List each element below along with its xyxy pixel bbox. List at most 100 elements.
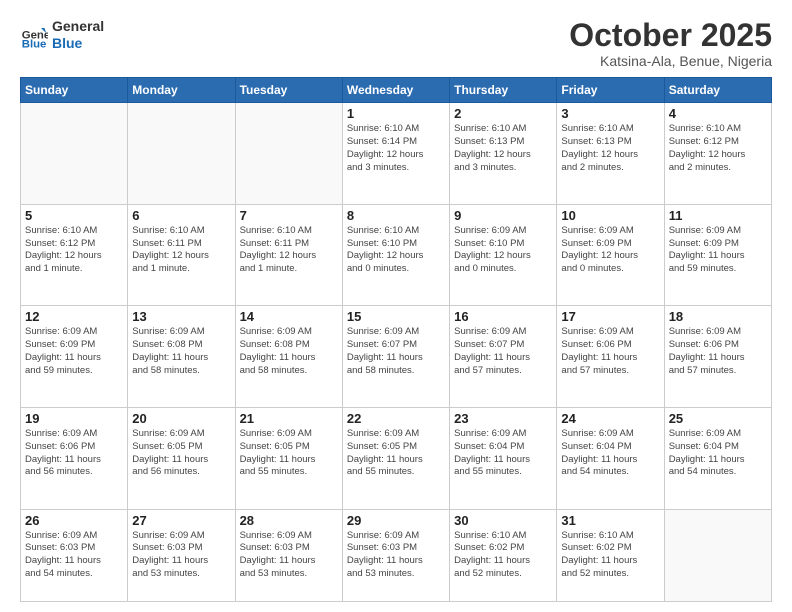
logo-general: General: [52, 18, 104, 35]
day-number: 23: [454, 411, 552, 426]
day-info: Sunrise: 6:09 AM Sunset: 6:08 PM Dayligh…: [240, 326, 338, 377]
calendar-table: SundayMondayTuesdayWednesdayThursdayFrid…: [20, 77, 772, 602]
calendar-cell: 4Sunrise: 6:10 AM Sunset: 6:12 PM Daylig…: [664, 103, 771, 205]
day-info: Sunrise: 6:09 AM Sunset: 6:10 PM Dayligh…: [454, 225, 552, 276]
calendar-cell: [235, 103, 342, 205]
calendar-cell: 13 Sunrise: 6:09 AM Sunset: 6:08 PM Dayli…: [128, 306, 235, 408]
week-row-5: 26 Sunrise: 6:09 AM Sunset: 6:03 PM Dayli…: [21, 509, 772, 601]
logo: General Blue General Blue: [20, 18, 104, 52]
calendar-cell: 5 Sunrise: 6:10 AM Sunset: 6:12 PM Daylig…: [21, 204, 128, 306]
day-info: Sunrise: 6:10 AM Sunset: 6:02 PM Dayligh…: [561, 530, 659, 581]
day-number: 22: [347, 411, 445, 426]
day-header-sunday: Sunday: [21, 78, 128, 103]
day-number: 6: [132, 208, 230, 223]
day-number: 31: [561, 513, 659, 528]
day-number: 26: [25, 513, 123, 528]
day-header-friday: Friday: [557, 78, 664, 103]
calendar-cell: 15Sunrise: 6:09 AM Sunset: 6:07 PM Dayli…: [342, 306, 449, 408]
calendar-cell: 23Sunrise: 6:09 AM Sunset: 6:04 PM Dayli…: [450, 408, 557, 510]
calendar-cell: [664, 509, 771, 601]
day-info: Sunrise: 6:10 AM Sunset: 6:13 PM Dayligh…: [561, 123, 659, 174]
calendar-cell: 25 Sunrise: 6:09 AM Sunset: 6:04 PM Dayli…: [664, 408, 771, 510]
week-row-4: 19 Sunrise: 6:09 AM Sunset: 6:06 PM Dayli…: [21, 408, 772, 510]
day-number: 14: [240, 309, 338, 324]
day-header-saturday: Saturday: [664, 78, 771, 103]
day-info: Sunrise: 6:09 AM Sunset: 6:05 PM Dayligh…: [347, 428, 445, 479]
day-number: 7: [240, 208, 338, 223]
day-info: Sunrise: 6:10 AM Sunset: 6:10 PM Dayligh…: [347, 225, 445, 276]
calendar-cell: 28Sunrise: 6:09 AM Sunset: 6:03 PM Dayli…: [235, 509, 342, 601]
calendar-cell: 20Sunrise: 6:09 AM Sunset: 6:05 PM Dayli…: [128, 408, 235, 510]
day-info: Sunrise: 6:09 AM Sunset: 6:04 PM Dayligh…: [561, 428, 659, 479]
title-block: October 2025 Katsina-Ala, Benue, Nigeria: [569, 18, 772, 69]
day-number: 10: [561, 208, 659, 223]
day-header-thursday: Thursday: [450, 78, 557, 103]
day-number: 25: [669, 411, 767, 426]
calendar-cell: 18 Sunrise: 6:09 AM Sunset: 6:06 PM Dayli…: [664, 306, 771, 408]
day-number: 5: [25, 208, 123, 223]
day-info: Sunrise: 6:09 AM Sunset: 6:07 PM Dayligh…: [454, 326, 552, 377]
day-info: Sunrise: 6:09 AM Sunset: 6:06 PM Dayligh…: [25, 428, 123, 479]
header: General Blue General Blue October 2025 K…: [20, 18, 772, 69]
main-title: October 2025: [569, 18, 772, 53]
calendar-cell: 1Sunrise: 6:10 AM Sunset: 6:14 PM Daylig…: [342, 103, 449, 205]
day-info: Sunrise: 6:09 AM Sunset: 6:03 PM Dayligh…: [132, 530, 230, 581]
calendar-body: 1Sunrise: 6:10 AM Sunset: 6:14 PM Daylig…: [21, 103, 772, 602]
svg-text:Blue: Blue: [22, 38, 47, 49]
day-number: 12: [25, 309, 123, 324]
day-info: Sunrise: 6:09 AM Sunset: 6:08 PM Dayligh…: [132, 326, 230, 377]
calendar-cell: 3 Sunrise: 6:10 AM Sunset: 6:13 PM Daylig…: [557, 103, 664, 205]
day-number: 24: [561, 411, 659, 426]
week-row-3: 12Sunrise: 6:09 AM Sunset: 6:09 PM Dayli…: [21, 306, 772, 408]
calendar-header: SundayMondayTuesdayWednesdayThursdayFrid…: [21, 78, 772, 103]
calendar-cell: 16 Sunrise: 6:09 AM Sunset: 6:07 PM Dayli…: [450, 306, 557, 408]
day-info: Sunrise: 6:10 AM Sunset: 6:11 PM Dayligh…: [132, 225, 230, 276]
day-number: 18: [669, 309, 767, 324]
calendar-cell: 9 Sunrise: 6:09 AM Sunset: 6:10 PM Daylig…: [450, 204, 557, 306]
day-number: 4: [669, 106, 767, 121]
calendar-cell: 30Sunrise: 6:10 AM Sunset: 6:02 PM Dayli…: [450, 509, 557, 601]
calendar-cell: 31 Sunrise: 6:10 AM Sunset: 6:02 PM Dayli…: [557, 509, 664, 601]
day-info: Sunrise: 6:10 AM Sunset: 6:11 PM Dayligh…: [240, 225, 338, 276]
day-info: Sunrise: 6:10 AM Sunset: 6:12 PM Dayligh…: [25, 225, 123, 276]
day-info: Sunrise: 6:10 AM Sunset: 6:13 PM Dayligh…: [454, 123, 552, 174]
day-number: 19: [25, 411, 123, 426]
day-number: 9: [454, 208, 552, 223]
calendar-cell: 24 Sunrise: 6:09 AM Sunset: 6:04 PM Dayli…: [557, 408, 664, 510]
logo-blue: Blue: [52, 35, 104, 52]
calendar-cell: 22 Sunrise: 6:09 AM Sunset: 6:05 PM Dayli…: [342, 408, 449, 510]
calendar-cell: 21 Sunrise: 6:09 AM Sunset: 6:05 PM Dayli…: [235, 408, 342, 510]
calendar-cell: 17 Sunrise: 6:09 AM Sunset: 6:06 PM Dayli…: [557, 306, 664, 408]
day-number: 11: [669, 208, 767, 223]
day-info: Sunrise: 6:09 AM Sunset: 6:06 PM Dayligh…: [669, 326, 767, 377]
calendar-cell: 26 Sunrise: 6:09 AM Sunset: 6:03 PM Dayli…: [21, 509, 128, 601]
day-number: 13: [132, 309, 230, 324]
calendar-cell: 10 Sunrise: 6:09 AM Sunset: 6:09 PM Dayli…: [557, 204, 664, 306]
day-number: 2: [454, 106, 552, 121]
calendar-cell: 27Sunrise: 6:09 AM Sunset: 6:03 PM Dayli…: [128, 509, 235, 601]
calendar-cell: 29Sunrise: 6:09 AM Sunset: 6:03 PM Dayli…: [342, 509, 449, 601]
day-info: Sunrise: 6:09 AM Sunset: 6:09 PM Dayligh…: [561, 225, 659, 276]
day-info: Sunrise: 6:09 AM Sunset: 6:03 PM Dayligh…: [240, 530, 338, 581]
day-info: Sunrise: 6:09 AM Sunset: 6:05 PM Dayligh…: [132, 428, 230, 479]
day-info: Sunrise: 6:09 AM Sunset: 6:03 PM Dayligh…: [25, 530, 123, 581]
day-info: Sunrise: 6:09 AM Sunset: 6:05 PM Dayligh…: [240, 428, 338, 479]
calendar-cell: [21, 103, 128, 205]
day-info: Sunrise: 6:09 AM Sunset: 6:06 PM Dayligh…: [561, 326, 659, 377]
calendar-cell: 6 Sunrise: 6:10 AM Sunset: 6:11 PM Daylig…: [128, 204, 235, 306]
day-info: Sunrise: 6:10 AM Sunset: 6:14 PM Dayligh…: [347, 123, 445, 174]
day-number: 17: [561, 309, 659, 324]
subtitle: Katsina-Ala, Benue, Nigeria: [569, 53, 772, 69]
day-header-tuesday: Tuesday: [235, 78, 342, 103]
day-number: 3: [561, 106, 659, 121]
day-info: Sunrise: 6:09 AM Sunset: 6:09 PM Dayligh…: [669, 225, 767, 276]
calendar-cell: 12Sunrise: 6:09 AM Sunset: 6:09 PM Dayli…: [21, 306, 128, 408]
week-row-1: 1Sunrise: 6:10 AM Sunset: 6:14 PM Daylig…: [21, 103, 772, 205]
day-number: 16: [454, 309, 552, 324]
calendar-cell: 7 Sunrise: 6:10 AM Sunset: 6:11 PM Daylig…: [235, 204, 342, 306]
day-info: Sunrise: 6:10 AM Sunset: 6:02 PM Dayligh…: [454, 530, 552, 581]
day-info: Sunrise: 6:09 AM Sunset: 6:07 PM Dayligh…: [347, 326, 445, 377]
calendar-cell: 14 Sunrise: 6:09 AM Sunset: 6:08 PM Dayli…: [235, 306, 342, 408]
day-info: Sunrise: 6:09 AM Sunset: 6:04 PM Dayligh…: [669, 428, 767, 479]
day-number: 21: [240, 411, 338, 426]
